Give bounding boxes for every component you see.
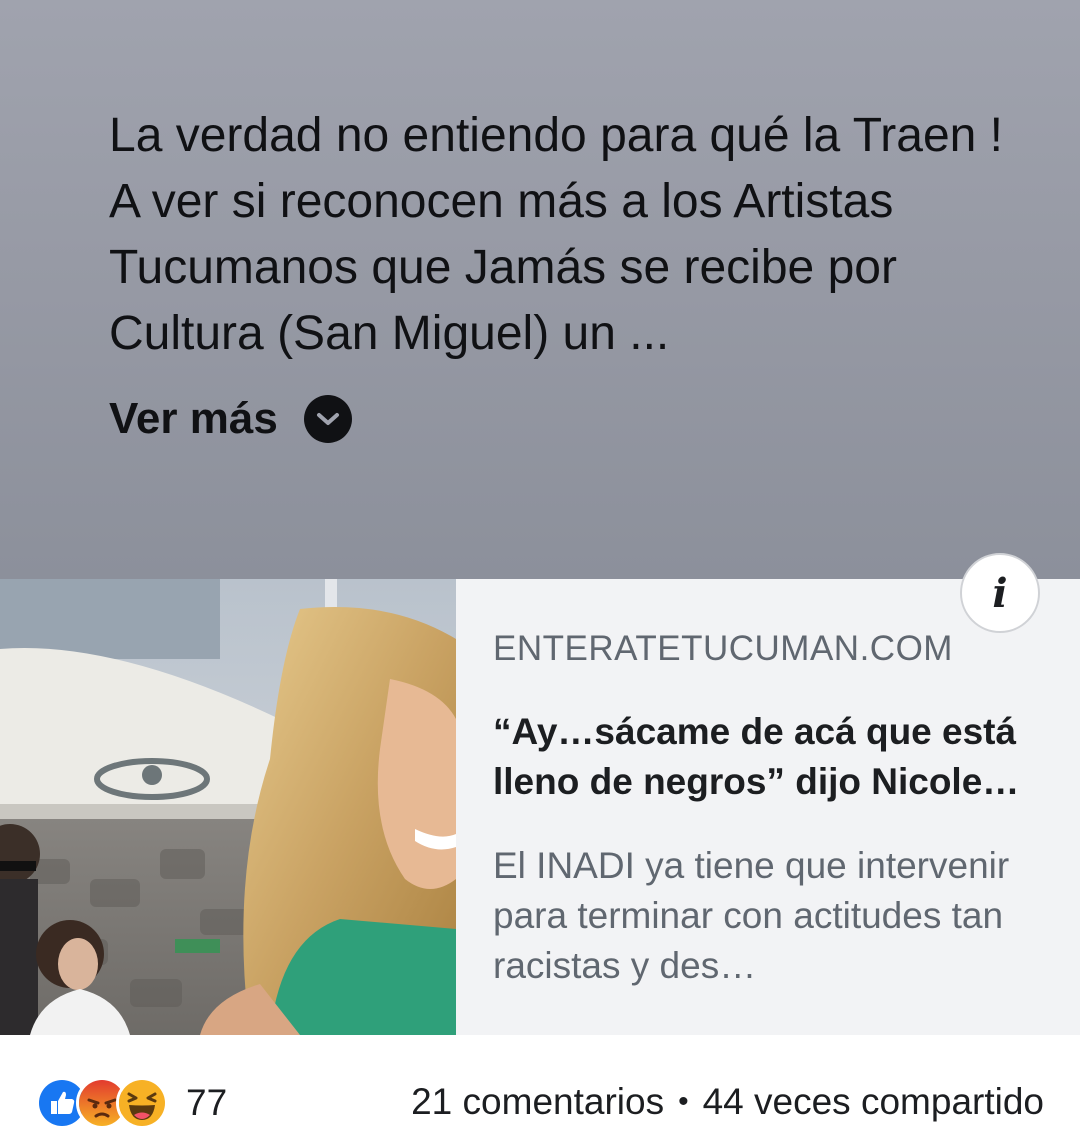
article-photo	[0, 579, 456, 1035]
link-headline[interactable]: “Ay…sácame de acá que está lleno de negr…	[493, 707, 1063, 807]
engagement-stats: 21 comentarios • 44 veces compartido	[411, 1081, 1044, 1123]
post-text-background: La verdad no entiendo para qué la Traen …	[0, 0, 1080, 579]
stats-separator: •	[678, 1085, 689, 1118]
link-preview-card[interactable]: ENTERATETUCUMAN.COM “Ay…sácame de acá qu…	[0, 553, 1080, 1035]
chevron-down-icon	[303, 395, 352, 443]
reaction-count: 77	[186, 1082, 228, 1123]
shares-count-link[interactable]: 44 veces compartido	[703, 1081, 1044, 1123]
link-preview-meta[interactable]: ENTERATETUCUMAN.COM “Ay…sácame de acá qu…	[456, 579, 1080, 1035]
comments-count-link[interactable]: 21 comentarios	[411, 1081, 664, 1123]
see-more-label: Ver más	[109, 394, 278, 443]
link-description: El INADI ya tiene que intervenir para te…	[493, 845, 1010, 986]
info-icon[interactable]: i	[960, 553, 1040, 633]
haha-reaction-icon	[116, 1077, 168, 1129]
post-footer: 77 21 comentarios • 44 veces compartido	[0, 1035, 1080, 1146]
reactions-summary[interactable]: 77	[36, 1077, 227, 1129]
post-text: La verdad no entiendo para qué la Traen …	[109, 109, 1003, 360]
link-preview-image[interactable]	[0, 579, 456, 1035]
see-more-button[interactable]: Ver más	[109, 394, 352, 444]
link-domain: ENTERATETUCUMAN.COM	[493, 629, 953, 668]
